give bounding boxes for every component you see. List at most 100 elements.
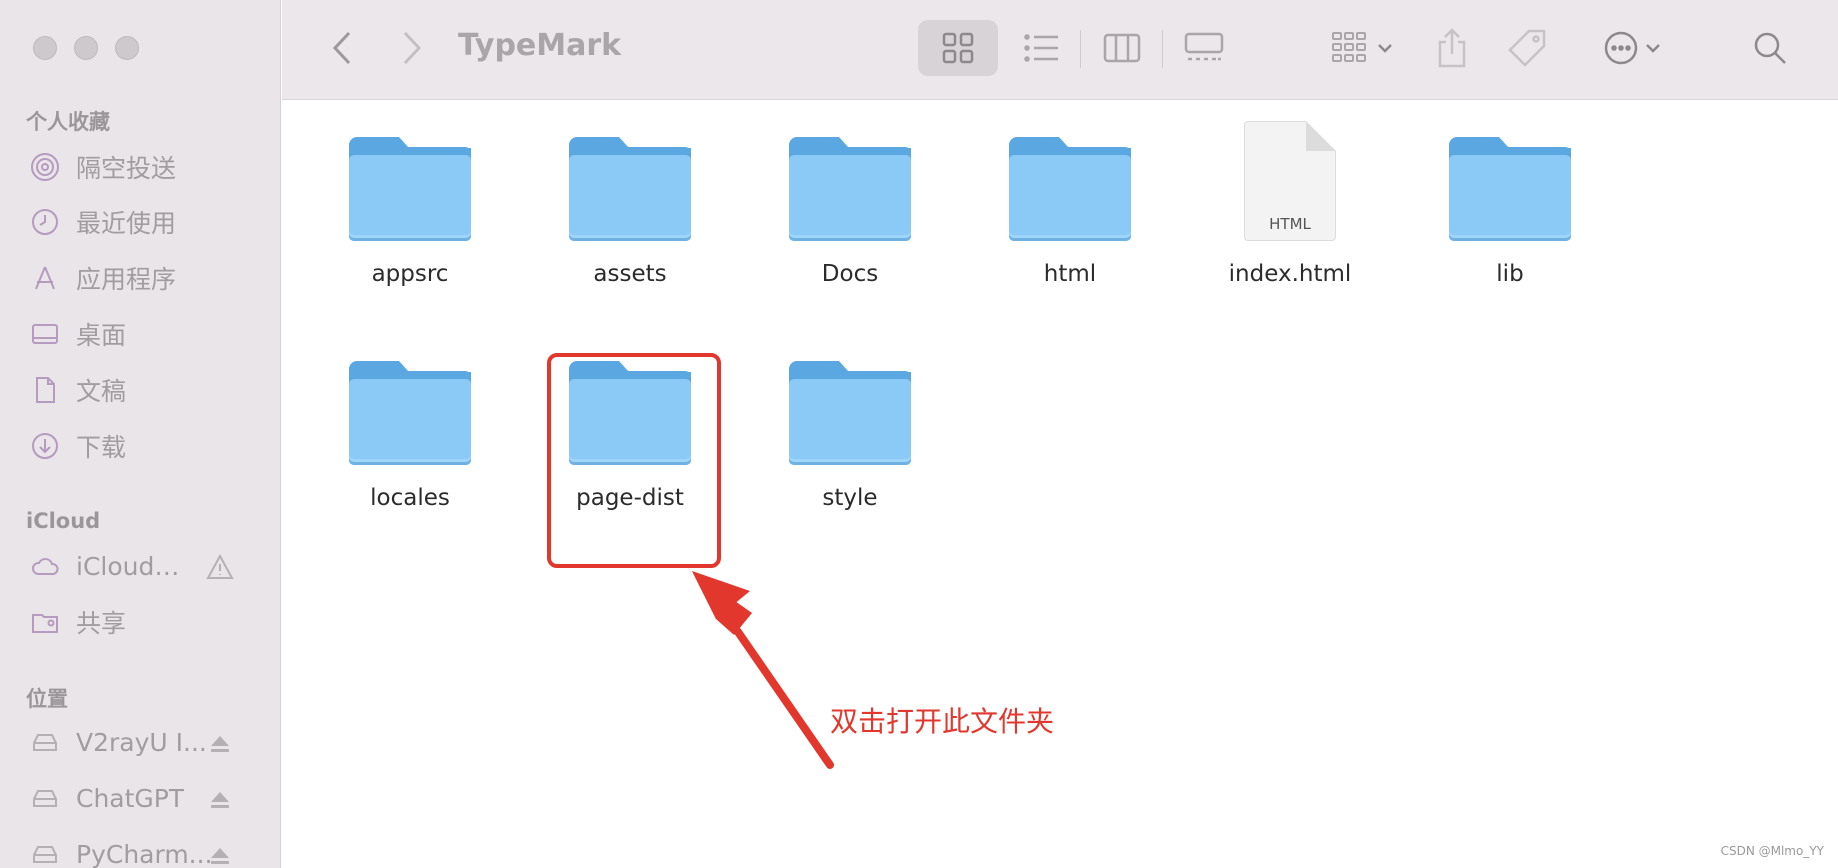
eject-icon[interactable] bbox=[206, 841, 234, 868]
file-name: appsrc bbox=[371, 261, 449, 287]
sidebar: 个人收藏 隔空投送 最近使用 应用程序 桌面 文稿 下载 iCloud iClo… bbox=[0, 0, 281, 868]
document-icon bbox=[28, 373, 62, 407]
file-name: lib bbox=[1496, 261, 1524, 287]
folder-icon bbox=[349, 361, 471, 465]
sidebar-item-applications[interactable]: 应用程序 bbox=[28, 258, 268, 298]
folder-item[interactable]: assets bbox=[530, 101, 730, 287]
gallery-icon bbox=[1184, 32, 1224, 61]
columns-icon bbox=[1103, 33, 1141, 63]
folder-item[interactable]: Docs bbox=[750, 101, 950, 287]
icon-view-button[interactable] bbox=[918, 20, 998, 76]
sidebar-item-label: iCloud… bbox=[76, 551, 180, 581]
separator bbox=[1162, 30, 1163, 68]
list-icon bbox=[1024, 34, 1058, 62]
window-title: TypeMark bbox=[458, 28, 622, 63]
download-icon bbox=[28, 429, 62, 463]
list-view-button[interactable] bbox=[1002, 20, 1082, 76]
file-name: html bbox=[1043, 261, 1097, 287]
annotation-arrow bbox=[692, 571, 834, 769]
folder-icon bbox=[1009, 137, 1131, 241]
sidebar-item-recents[interactable]: 最近使用 bbox=[28, 202, 268, 242]
sidebar-item-label: 下载 bbox=[76, 433, 127, 462]
desktop-icon bbox=[28, 317, 62, 351]
html-document-icon: HTML bbox=[1244, 121, 1336, 241]
airdrop-icon bbox=[28, 150, 62, 184]
sidebar-item-desktop[interactable]: 桌面 bbox=[28, 314, 268, 354]
chevron-right-icon bbox=[403, 31, 422, 65]
folder-icon bbox=[1449, 137, 1571, 241]
file-name: locales bbox=[370, 485, 450, 511]
sidebar-item-documents[interactable]: 文稿 bbox=[28, 370, 268, 410]
sidebar-item-label: 最近使用 bbox=[76, 209, 177, 238]
folder-icon bbox=[569, 137, 691, 241]
share-button[interactable] bbox=[1422, 20, 1482, 76]
warning-icon[interactable] bbox=[206, 553, 234, 581]
column-view-button[interactable] bbox=[1082, 20, 1162, 76]
folder-item[interactable]: html bbox=[970, 101, 1170, 287]
applications-icon bbox=[28, 261, 62, 295]
toolbar: TypeMark bbox=[282, 0, 1838, 100]
sidebar-item-label: 桌面 bbox=[76, 321, 127, 350]
folder-item[interactable]: appsrc bbox=[310, 101, 510, 287]
chevron-down-icon bbox=[1378, 44, 1392, 53]
chevron-down-icon bbox=[1646, 44, 1660, 53]
file-type-badge: HTML bbox=[1269, 215, 1311, 233]
sidebar-item-label: PyCharm... bbox=[76, 839, 213, 868]
folder-item[interactable]: style bbox=[750, 325, 950, 511]
drive-icon bbox=[28, 837, 62, 868]
cloud-icon bbox=[28, 549, 62, 583]
file-grid: appsrc assets Docs html HTML index.html … bbox=[282, 101, 1838, 868]
icloud-section-title: iCloud bbox=[26, 509, 101, 533]
watermark: CSDN @Mlmo_YY bbox=[1720, 844, 1824, 858]
folder-icon bbox=[789, 361, 911, 465]
eject-icon[interactable] bbox=[206, 729, 234, 757]
group-by-button[interactable] bbox=[1322, 20, 1402, 76]
search-icon bbox=[1754, 32, 1786, 64]
folder-item[interactable]: locales bbox=[310, 325, 510, 511]
share-icon bbox=[1438, 28, 1466, 68]
more-actions-button[interactable] bbox=[1592, 20, 1672, 76]
sidebar-item-volume[interactable]: V2rayU I... bbox=[28, 722, 268, 762]
sidebar-item-icloud-drive[interactable]: iCloud… bbox=[28, 546, 268, 586]
sidebar-item-downloads[interactable]: 下载 bbox=[28, 426, 268, 466]
highlight-box bbox=[547, 353, 721, 568]
sidebar-item-label: 应用程序 bbox=[76, 265, 177, 294]
annotation-note: 双击打开此文件夹 bbox=[830, 705, 1055, 738]
zoom-window-button[interactable] bbox=[115, 36, 139, 60]
sidebar-item-label: ChatGPT bbox=[76, 783, 185, 813]
sidebar-item-airdrop[interactable]: 隔空投送 bbox=[28, 147, 268, 187]
search-button[interactable] bbox=[1740, 20, 1800, 76]
separator bbox=[1080, 30, 1081, 68]
file-name: style bbox=[822, 485, 878, 511]
sidebar-item-label: 共享 bbox=[76, 609, 127, 638]
file-name: assets bbox=[593, 261, 667, 287]
sidebar-item-label: 隔空投送 bbox=[76, 154, 177, 183]
gallery-view-button[interactable] bbox=[1164, 20, 1244, 76]
ellipsis-circle-icon bbox=[1604, 31, 1638, 65]
sidebar-item-shared[interactable]: 共享 bbox=[28, 602, 268, 642]
grid-icon bbox=[942, 32, 974, 64]
sidebar-item-volume[interactable]: PyCharm... bbox=[28, 834, 268, 868]
file-name: index.html bbox=[1228, 261, 1352, 287]
sidebar-item-label: 文稿 bbox=[76, 377, 127, 406]
file-name: Docs bbox=[821, 261, 879, 287]
drive-icon bbox=[28, 781, 62, 815]
sidebar-item-label: V2rayU I... bbox=[76, 727, 207, 757]
close-window-button[interactable] bbox=[33, 36, 57, 60]
folder-item[interactable]: lib bbox=[1410, 101, 1610, 287]
group-icon bbox=[1332, 32, 1366, 62]
favorites-section-title: 个人收藏 bbox=[26, 110, 110, 134]
shared-folder-icon bbox=[28, 605, 62, 639]
folder-icon bbox=[789, 137, 911, 241]
sidebar-item-volume[interactable]: ChatGPT bbox=[28, 778, 268, 818]
tag-icon bbox=[1508, 29, 1546, 67]
locations-section-title: 位置 bbox=[26, 687, 68, 711]
forward-button[interactable] bbox=[392, 20, 432, 76]
window-controls bbox=[33, 36, 139, 60]
file-item[interactable]: HTML index.html bbox=[1190, 101, 1390, 287]
minimize-window-button[interactable] bbox=[74, 36, 98, 60]
back-button[interactable] bbox=[322, 20, 362, 76]
tags-button[interactable] bbox=[1497, 20, 1557, 76]
chevron-left-icon bbox=[332, 31, 351, 65]
eject-icon[interactable] bbox=[206, 785, 234, 813]
